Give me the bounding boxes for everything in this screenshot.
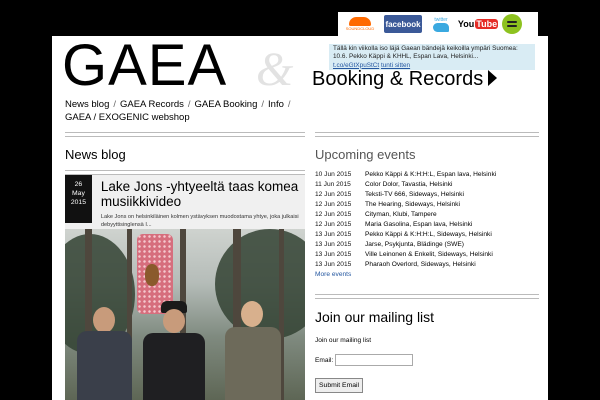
page: GAEA & Tällä kin viikolla iso läjä Gaean…	[52, 36, 548, 400]
event-item[interactable]: 13 Jun 2015 Jarse, Psykjunta, Blädinge (S…	[315, 240, 539, 250]
divider	[65, 132, 305, 137]
divider	[315, 132, 539, 137]
ampersand-decoration: &	[256, 43, 294, 96]
post-day: 26	[74, 181, 83, 188]
event-date: 12 Jun 2015	[315, 191, 352, 198]
event-date: 10 Jun 2015	[315, 171, 352, 178]
soundcloud-label: SOUNDCLOUD	[345, 26, 375, 31]
soundcloud-icon[interactable]: SOUNDCLOUD	[342, 15, 378, 33]
sidebar: Upcoming events 10 Jun 2015 Pekko Käppi &…	[315, 132, 539, 393]
event-name[interactable]: Maria Gasolina, Espan lava, Helsinki	[365, 220, 472, 230]
post-excerpt: Lake Jons on helsinkiläinen kolmen ystäv…	[100, 214, 299, 228]
mailing-list-section: Join our mailing list Join our mailing l…	[315, 294, 539, 393]
post-date-badge: 26 May 2015	[65, 175, 92, 223]
arrow-right-icon	[488, 70, 498, 87]
post-year: 2015	[70, 199, 86, 206]
event-item[interactable]: 13 Jun 2015 Pekko Käppi & K:H:H:L, Sidewa…	[315, 230, 539, 240]
mailing-list-title: Join our mailing list	[315, 309, 435, 325]
blog-post-header: 26 May 2015 Lake Jons -yhtyeeltä taas ko…	[65, 175, 305, 229]
event-item[interactable]: 13 Jun 2015 Pharaoh Overlord, Sideways, H…	[315, 260, 539, 270]
band-member-middle	[143, 299, 205, 400]
more-events-link[interactable]: More events	[315, 270, 539, 280]
event-date: 13 Jun 2015	[315, 241, 352, 248]
event-name[interactable]: Ville Leinonen & Enkelit, Sideways, Hels…	[365, 250, 493, 260]
youtube-icon[interactable]: You Tube	[457, 15, 499, 33]
event-name[interactable]: Pekko Käppi & K:H:H:L, Espan lava, Helsi…	[365, 170, 496, 180]
event-name[interactable]: The Hearing, Sideways, Helsinki	[365, 200, 460, 210]
event-item[interactable]: 10 Jun 2015 Pekko Käppi & K:H:H:L, Espan …	[315, 170, 539, 180]
event-date: 13 Jun 2015	[315, 231, 352, 238]
event-item[interactable]: 12 Jun 2015 The Hearing, Sideways, Helsin…	[315, 200, 539, 210]
facebook-label: facebook	[385, 19, 421, 29]
news-column: News blog 26 May 2015 Lake Jons -yhtyeel…	[65, 132, 305, 400]
event-item[interactable]: 12 Jun 2015 Maria Gasolina, Espan lava, H…	[315, 220, 539, 230]
tweet-text: Tällä kin viikolla iso läjä Gaean bändej…	[333, 45, 518, 61]
booking-records-link[interactable]: Booking & Records	[312, 66, 498, 92]
nav-separator: /	[287, 99, 291, 110]
nav-item-gaea-records[interactable]: GAEA Records	[120, 99, 184, 110]
post-photo[interactable]	[65, 229, 305, 400]
post-body: Lake Jons -yhtyeeltä taas komea musiikki…	[92, 175, 305, 229]
event-item[interactable]: 13 Jun 2015 Ville Leinonen & Enkelit, Sid…	[315, 250, 539, 260]
event-date: 12 Jun 2015	[315, 221, 352, 228]
upcoming-events-title: Upcoming events	[315, 147, 416, 162]
facebook-icon[interactable]: facebook	[384, 15, 422, 33]
event-item[interactable]: 12 Jun 2015 Cityman, Klubi, Tampere	[315, 210, 539, 220]
divider	[315, 294, 539, 299]
band-member-right	[225, 291, 281, 400]
post-month: May	[72, 190, 85, 197]
event-item[interactable]: 11 Jun 2015 Color Dolor, Tavastia, Helsin…	[315, 180, 539, 190]
mailing-list-text: Join our mailing list	[315, 337, 372, 344]
social-bar: SOUNDCLOUD facebook twitter You Tube	[338, 12, 538, 36]
event-name[interactable]: Pekko Käppi & K:H:H:L, Sideways, Helsink…	[365, 230, 492, 240]
nav-separator: /	[261, 99, 265, 110]
nav-separator: /	[187, 99, 191, 110]
post-title[interactable]: Lake Jons -yhtyeeltä taas komea musiikki…	[101, 179, 300, 209]
event-date: 11 Jun 2015	[315, 181, 351, 188]
submit-email-button[interactable]: Submit Email	[315, 378, 364, 393]
twitter-label: twitter	[434, 16, 448, 23]
events-list: 10 Jun 2015 Pekko Käppi & K:H:H:L, Espan …	[315, 170, 539, 280]
nav-item-gaea-booking[interactable]: GAEA Booking	[195, 99, 258, 110]
event-date: 13 Jun 2015	[315, 261, 352, 268]
nav-separator: /	[113, 99, 116, 110]
email-label: Email:	[315, 356, 334, 364]
event-name[interactable]: Jarse, Psykjunta, Blädinge (SWE)	[365, 240, 464, 250]
nav-item-info[interactable]: Info	[268, 99, 284, 110]
event-date: 12 Jun 2015	[315, 211, 352, 218]
nav-item-webshop[interactable]: GAEA / EXOGENIC webshop	[65, 112, 190, 123]
site-logo[interactable]: GAEA	[62, 36, 227, 98]
main-nav: News blog / GAEA Records / GAEA Booking / Info…	[65, 99, 315, 124]
event-date: 12 Jun 2015	[315, 201, 352, 208]
news-blog-title: News blog	[65, 147, 126, 162]
email-row: Email:	[315, 354, 539, 366]
event-name[interactable]: Cityman, Klubi, Tampere	[365, 210, 437, 220]
guitar	[145, 264, 159, 286]
event-name[interactable]: Pharaoh Overlord, Sideways, Helsinki	[365, 260, 476, 270]
event-name[interactable]: Color Dolor, Tavastia, Helsinki	[365, 180, 452, 190]
event-name[interactable]: Teksti-TV 666, Sideways, Helsinki	[365, 190, 464, 200]
youtube-you: You	[457, 19, 475, 29]
twitter-icon[interactable]: twitter	[428, 15, 454, 33]
nav-item-news-blog[interactable]: News blog	[65, 99, 109, 110]
band-member-left	[77, 289, 132, 400]
event-date: 13 Jun 2015	[315, 251, 352, 258]
youtube-tube: Tube	[475, 19, 499, 29]
event-item[interactable]: 12 Jun 2015 Teksti-TV 666, Sideways, Hels…	[315, 190, 539, 200]
booking-records-label: Booking & Records	[312, 68, 484, 90]
email-field[interactable]	[335, 354, 414, 366]
spotify-icon[interactable]	[502, 14, 522, 34]
